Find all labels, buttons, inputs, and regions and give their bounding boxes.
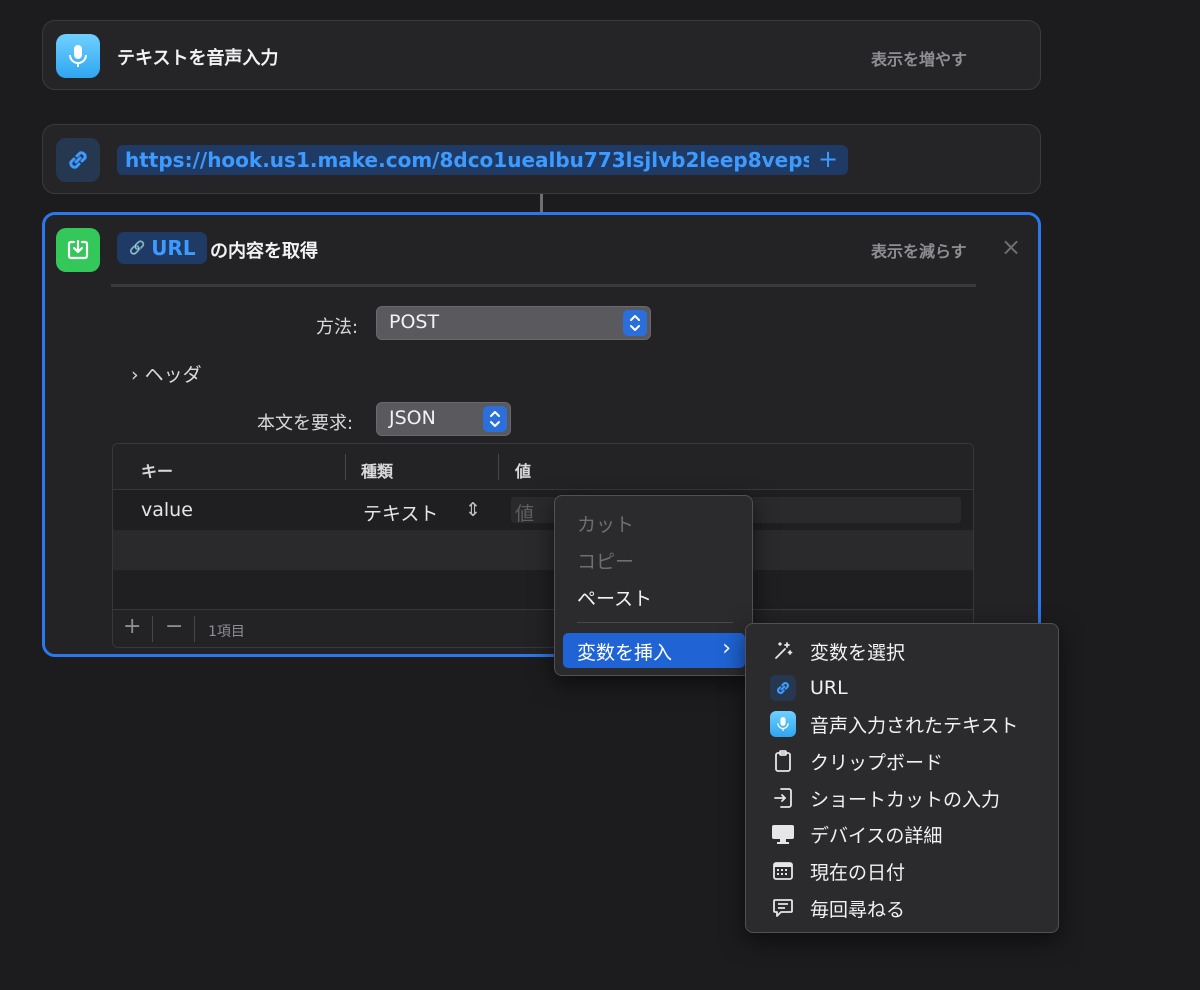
submenu-item-clipboard[interactable]: クリップボード [770,746,943,776]
chevron-right-icon: › [722,636,731,661]
item-count: 1項目 [208,624,245,640]
calendar-icon [770,858,796,884]
submenu-item-shortcut-input[interactable]: ショートカットの入力 [770,783,1000,813]
show-more-link[interactable]: 表示を増やす [871,46,967,70]
speech-bubble-icon [770,895,796,921]
submenu-item-label: 毎回尋ねる [810,898,906,921]
submenu-item-dictated-text[interactable]: 音声入力されたテキスト [770,709,1018,739]
submenu-item-label: デバイスの詳細 [810,824,943,847]
display-icon [770,821,796,847]
submenu-item-label: 音声入力されたテキスト [810,714,1019,737]
link-icon [56,138,100,182]
show-less-link[interactable]: 表示を減らす [871,238,967,262]
table-row-empty [113,530,973,570]
context-menu: カット コピー ペースト 変数を挿入 › [554,495,753,676]
method-select[interactable]: POST [376,306,651,340]
url-token[interactable]: https://hook.us1.make.com/8dco1uealbu773… [117,145,849,175]
menu-item-insert-variable[interactable]: 変数を挿入 › [563,633,745,668]
action-title: テキストを音声入力 [117,48,279,69]
request-body-select[interactable]: JSON [376,402,511,436]
submenu-item-select-variable[interactable]: 変数を選択 [770,636,905,666]
table-row-empty [113,570,973,609]
headers-label: ヘッダ [144,364,202,386]
footer-separator [194,616,195,642]
download-icon [56,228,100,272]
column-header-key[interactable]: キー [141,458,173,482]
add-row-button[interactable]: + [123,614,141,639]
menu-separator [577,622,733,623]
submenu-item-url[interactable]: URL [770,673,848,703]
column-separator [345,454,346,480]
url-variable-chip[interactable]: 🔗 URL [117,232,207,264]
input-icon [770,785,796,811]
table-row[interactable]: value テキスト ⇕ 値 [113,490,973,530]
submenu-item-label: ショートカットの入力 [810,788,1001,811]
submenu-item-label: 変数を選択 [810,641,906,664]
url-chip-label: URL [151,236,196,260]
method-label: 方法: [316,317,359,338]
menu-item-copy[interactable]: コピー [577,547,634,574]
table-header: キー 種類 値 [113,444,973,490]
chevron-right-icon: › [131,364,139,386]
clipboard-icon [770,748,796,774]
chevron-updown-icon [623,310,647,336]
microphone-icon [56,34,100,78]
column-separator [498,454,499,480]
menu-item-paste[interactable]: ペースト [577,584,652,611]
action-card-dictate-text[interactable]: テキストを音声入力 表示を増やす [42,20,1041,90]
remove-row-button[interactable]: − [165,614,183,639]
value-placeholder: 値 [515,503,535,525]
column-header-type[interactable]: 種類 [361,458,393,482]
row-key[interactable]: value [141,499,193,521]
chevron-updown-icon [483,406,507,432]
submenu-item-current-date[interactable]: 現在の日付 [770,856,905,886]
request-body-value: JSON [389,407,436,429]
microphone-icon [770,711,796,737]
close-icon[interactable]: × [1001,233,1021,261]
headers-disclosure[interactable]: › ヘッダ [131,360,202,387]
submenu-item-device-details[interactable]: デバイスの詳細 [770,819,942,849]
request-body-label: 本文を要求: [257,413,354,434]
action-connector [540,194,543,212]
menu-item-cut[interactable]: カット [577,510,634,537]
submenu-item-label: URL [810,677,848,699]
row-type-select[interactable]: テキスト [363,499,438,526]
magic-wand-icon [770,638,796,664]
submenu-item-label: 現在の日付 [810,861,906,884]
link-icon [770,675,796,701]
submenu-item-ask-each-time[interactable]: 毎回尋ねる [770,893,905,923]
chevron-updown-icon[interactable]: ⇕ [465,499,481,521]
action-card-url[interactable]: https://hook.us1.make.com/8dco1uealbu773… [42,124,1041,194]
json-body-table: キー 種類 値 value テキスト ⇕ 値 + − 1項目 [112,443,974,648]
divider [111,284,976,287]
submenu-item-label: クリップボード [810,751,944,774]
method-value: POST [389,311,440,333]
add-url-button[interactable]: + [809,145,847,175]
column-header-value[interactable]: 値 [515,458,531,482]
link-icon: 🔗 [129,240,146,256]
footer-separator [152,616,153,642]
action-title: の内容を取得 [210,241,318,262]
action-card-get-contents[interactable]: 🔗 URL の内容を取得 表示を減らす × 方法: POST › ヘッダ 本文を… [42,212,1041,657]
insert-variable-submenu: 変数を選択 URL 音声入力されたテキスト クリップボード ショートカットの入力… [745,623,1059,933]
insert-variable-label: 変数を挿入 [577,642,673,664]
